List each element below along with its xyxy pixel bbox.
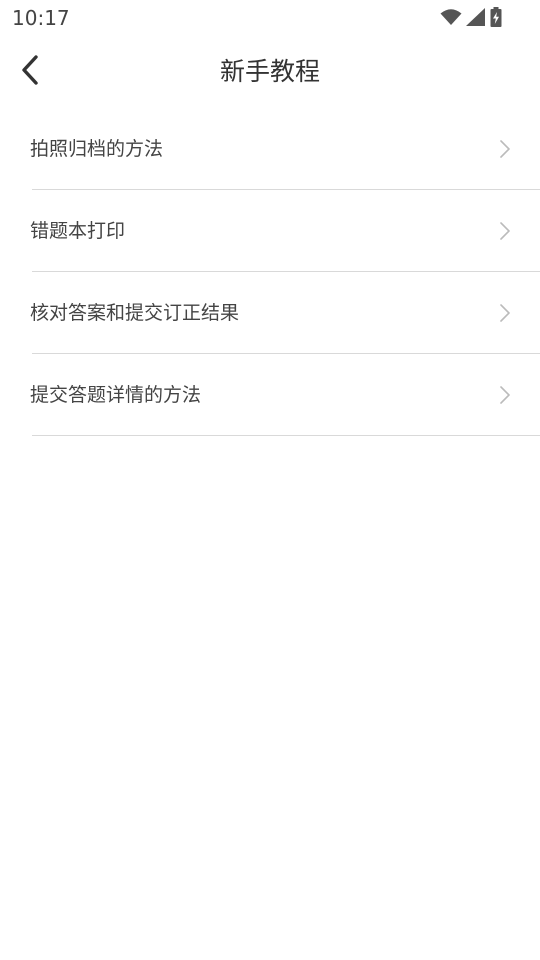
chevron-right-icon bbox=[498, 138, 512, 160]
list-item-label: 拍照归档的方法 bbox=[30, 138, 164, 160]
tutorial-item-submit-details[interactable]: 提交答题详情的方法 bbox=[0, 354, 540, 436]
chevron-right-icon bbox=[498, 220, 512, 242]
chevron-right-icon bbox=[498, 384, 512, 406]
status-icons bbox=[440, 6, 502, 28]
status-bar: 10:17 bbox=[0, 0, 540, 36]
tutorial-item-photo-archive[interactable]: 拍照归档的方法 bbox=[0, 108, 540, 190]
list-item-label: 提交答题详情的方法 bbox=[30, 384, 202, 406]
tutorial-item-error-book-print[interactable]: 错题本打印 bbox=[0, 190, 540, 272]
chevron-right-icon bbox=[498, 302, 512, 324]
list-item-label: 核对答案和提交订正结果 bbox=[30, 302, 240, 324]
list-item-label: 错题本打印 bbox=[30, 220, 126, 242]
battery-charging-icon bbox=[490, 7, 502, 27]
tutorial-item-check-answers[interactable]: 核对答案和提交订正结果 bbox=[0, 272, 540, 354]
wifi-icon bbox=[440, 8, 462, 26]
app-bar: 新手教程 bbox=[0, 36, 540, 108]
divider bbox=[32, 435, 540, 436]
tutorial-list: 拍照归档的方法 错题本打印 核对答案和提交订正结果 提交答题详情的方法 bbox=[0, 108, 540, 436]
status-time: 10:17 bbox=[12, 6, 70, 30]
cellular-signal-icon bbox=[466, 8, 486, 26]
page-title: 新手教程 bbox=[219, 57, 320, 86]
